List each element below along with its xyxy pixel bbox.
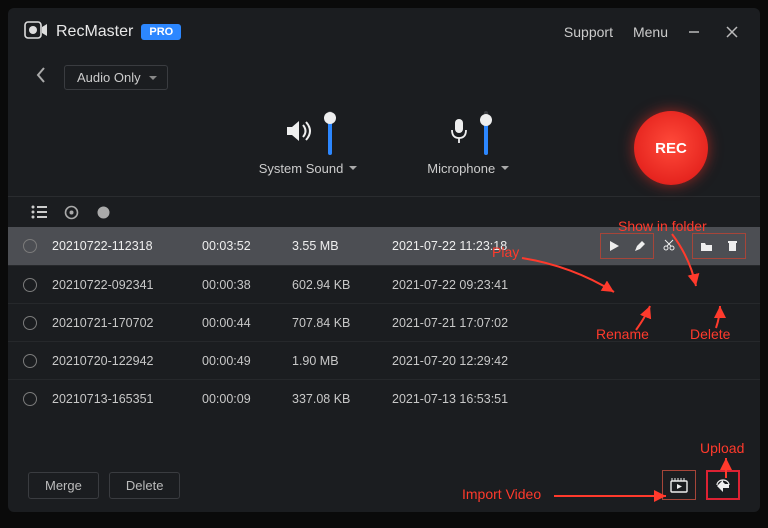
footer: Merge Delete [8, 460, 760, 512]
file-size: 3.55 MB [292, 239, 392, 253]
cut-button[interactable] [656, 233, 682, 257]
mode-row: Audio Only [8, 56, 760, 95]
select-radio[interactable] [23, 316, 37, 330]
file-date: 2021-07-22 11:23:18 [392, 239, 600, 253]
record-button[interactable]: REC [634, 111, 708, 185]
file-name: 20210722-112318 [52, 239, 202, 253]
title-bar: RecMaster PRO Support Menu [8, 8, 760, 56]
minimize-button[interactable] [682, 20, 706, 44]
file-row[interactable]: 20210721-170702 00:00:44 707.84 KB 2021-… [8, 303, 760, 341]
file-size: 1.90 MB [292, 354, 392, 368]
file-size: 602.94 KB [292, 278, 392, 292]
merge-button[interactable]: Merge [28, 472, 99, 499]
file-duration: 00:00:49 [202, 354, 292, 368]
system-sound-slider[interactable] [328, 111, 332, 155]
file-list: 20210722-112318 00:03:52 3.55 MB 2021-07… [8, 227, 760, 460]
app-title: RecMaster [56, 23, 133, 41]
file-duration: 00:00:38 [202, 278, 292, 292]
file-name: 20210720-122942 [52, 354, 202, 368]
camera-icon [24, 21, 48, 44]
speaker-icon [284, 118, 314, 149]
show-in-folder-button[interactable] [693, 234, 719, 258]
file-date: 2021-07-20 12:29:42 [392, 354, 746, 368]
file-row[interactable]: 20210722-092341 00:00:38 602.94 KB 2021-… [8, 265, 760, 303]
pro-badge: PRO [141, 24, 181, 40]
file-row[interactable]: 20210713-165351 00:00:09 337.08 KB 2021-… [8, 379, 760, 417]
file-date: 2021-07-13 16:53:51 [392, 392, 746, 406]
file-duration: 00:03:52 [202, 239, 292, 253]
record-button-label: REC [655, 140, 687, 157]
list-view-icon[interactable] [30, 203, 48, 221]
file-name: 20210721-170702 [52, 316, 202, 330]
play-button[interactable] [601, 234, 627, 258]
file-date: 2021-07-21 17:07:02 [392, 316, 746, 330]
microphone-icon [448, 117, 470, 150]
back-button[interactable] [30, 62, 52, 93]
file-size: 337.08 KB [292, 392, 392, 406]
select-radio[interactable] [23, 239, 37, 253]
controls-row: System Sound Microphone REC [8, 95, 760, 196]
file-row[interactable]: 20210720-122942 00:00:49 1.90 MB 2021-07… [8, 341, 760, 379]
app-window: RecMaster PRO Support Menu Audio Only [8, 8, 760, 512]
menu-link[interactable]: Menu [633, 24, 668, 40]
file-duration: 00:00:09 [202, 392, 292, 406]
file-row[interactable]: 20210722-112318 00:03:52 3.55 MB 2021-07… [8, 227, 760, 265]
mode-select-label: Audio Only [77, 70, 141, 85]
file-name: 20210713-165351 [52, 392, 202, 406]
system-sound-label[interactable]: System Sound [259, 161, 358, 176]
close-button[interactable] [720, 20, 744, 44]
select-radio[interactable] [23, 278, 37, 292]
file-name: 20210722-092341 [52, 278, 202, 292]
file-duration: 00:00:44 [202, 316, 292, 330]
list-tabs [8, 196, 760, 227]
file-date: 2021-07-22 09:23:41 [392, 278, 746, 292]
system-sound-control: System Sound [259, 111, 358, 176]
microphone-slider[interactable] [484, 111, 488, 155]
import-video-button[interactable] [662, 470, 696, 500]
file-size: 707.84 KB [292, 316, 392, 330]
select-radio[interactable] [23, 392, 37, 406]
mode-select[interactable]: Audio Only [64, 65, 168, 90]
delete-button[interactable] [719, 234, 745, 258]
delete-button-footer[interactable]: Delete [109, 472, 181, 499]
select-radio[interactable] [23, 354, 37, 368]
history-icon[interactable] [94, 203, 112, 221]
microphone-label[interactable]: Microphone [427, 161, 509, 176]
support-link[interactable]: Support [564, 24, 613, 40]
scheduled-icon[interactable] [62, 203, 80, 221]
microphone-control: Microphone [427, 111, 509, 176]
row-actions [600, 233, 746, 259]
rename-button[interactable] [627, 234, 653, 258]
logo-group: RecMaster PRO [24, 21, 181, 44]
upload-button[interactable] [706, 470, 740, 500]
